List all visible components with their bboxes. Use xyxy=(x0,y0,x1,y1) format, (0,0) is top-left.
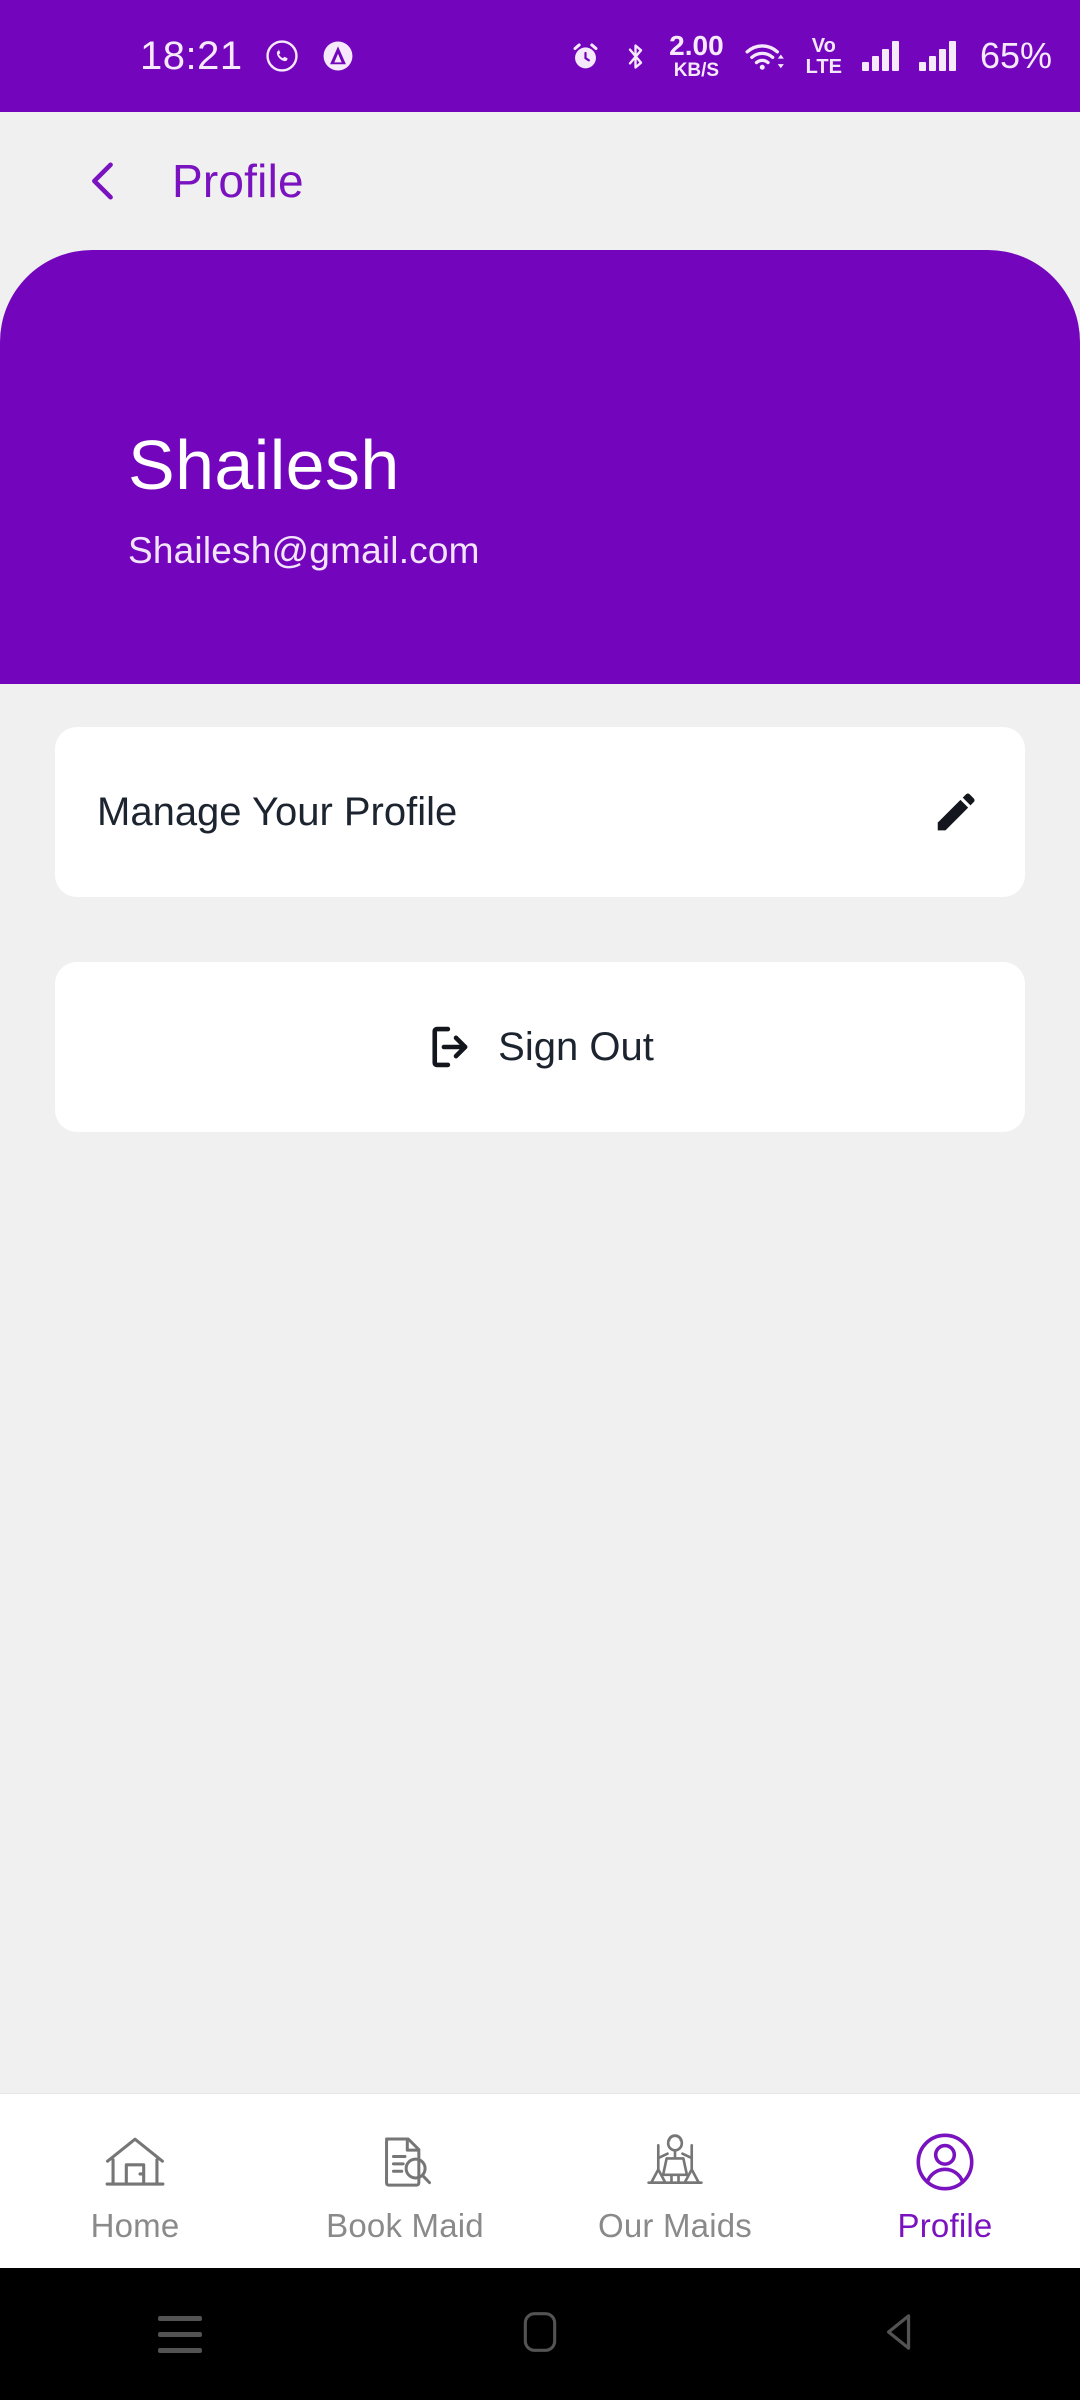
whatsapp-icon xyxy=(265,39,299,73)
network-speed-indicator: 2.00 KB/S xyxy=(669,30,724,81)
back-triangle-icon xyxy=(881,2311,919,2358)
phone-screen: 18:21 2.00 KB/S Vo LTE 65% Profile Shail… xyxy=(0,0,1080,2400)
nav-home-button[interactable] xyxy=(360,2310,720,2359)
network-speed-unit: KB/S xyxy=(673,60,720,81)
home-square-icon xyxy=(521,2310,559,2359)
tab-home[interactable]: Home xyxy=(0,2094,270,2268)
bluetooth-icon xyxy=(622,40,649,73)
wifi-icon xyxy=(744,40,786,73)
nav-recents-button[interactable] xyxy=(0,2315,360,2353)
user-circle-icon xyxy=(914,2123,976,2193)
tab-our-maids[interactable]: Our Maids xyxy=(540,2094,810,2268)
status-bar-left: 18:21 xyxy=(0,34,355,79)
maid-icon xyxy=(642,2123,708,2193)
sign-out-label: Sign Out xyxy=(498,1024,654,1069)
bottom-tab-bar: Home Book Maid Our Maids Profile xyxy=(0,2093,1080,2268)
tab-book-maid[interactable]: Book Maid xyxy=(270,2094,540,2268)
volte-line-1: Vo xyxy=(811,34,836,57)
manage-profile-label: Manage Your Profile xyxy=(97,789,458,834)
tab-profile-label: Profile xyxy=(897,2207,993,2244)
recents-menu-icon xyxy=(158,2315,202,2353)
tab-home-label: Home xyxy=(90,2207,180,2244)
network-speed-value: 2.00 xyxy=(669,30,724,61)
tab-profile[interactable]: Profile xyxy=(810,2094,1080,2268)
profile-name: Shailesh xyxy=(128,425,400,504)
tab-our-maids-label: Our Maids xyxy=(597,2207,752,2244)
sign-out-icon xyxy=(426,1022,476,1072)
android-nav-bar xyxy=(0,2268,1080,2400)
manage-profile-card[interactable]: Manage Your Profile xyxy=(55,727,1025,897)
app-header: Profile xyxy=(0,112,1080,250)
signal-bars-icon-sim1 xyxy=(861,41,899,71)
battery-percentage: 65% xyxy=(979,35,1052,76)
tab-book-maid-label: Book Maid xyxy=(326,2207,484,2244)
profile-email: Shailesh@gmail.com xyxy=(128,530,480,571)
volte-line-2: LTE xyxy=(805,55,842,78)
status-bar: 18:21 2.00 KB/S Vo LTE 65% xyxy=(0,0,1080,112)
document-search-icon xyxy=(375,2123,435,2193)
status-clock: 18:21 xyxy=(140,33,243,78)
adblock-icon xyxy=(321,39,355,73)
pencil-edit-icon[interactable] xyxy=(929,787,979,837)
nav-back-button[interactable] xyxy=(720,2311,1080,2358)
back-chevron-icon[interactable] xyxy=(72,150,134,212)
status-bar-right: 2.00 KB/S Vo LTE 65% xyxy=(569,32,1052,80)
page-title: Profile xyxy=(172,155,304,207)
home-icon xyxy=(103,2123,167,2193)
signal-bars-icon-sim2 xyxy=(918,41,956,71)
profile-header-card: Shailesh Shailesh@gmail.com xyxy=(0,250,1080,684)
alarm-icon xyxy=(569,40,602,73)
sign-out-card[interactable]: Sign Out xyxy=(55,962,1025,1132)
volte-indicator: Vo LTE xyxy=(806,36,842,77)
